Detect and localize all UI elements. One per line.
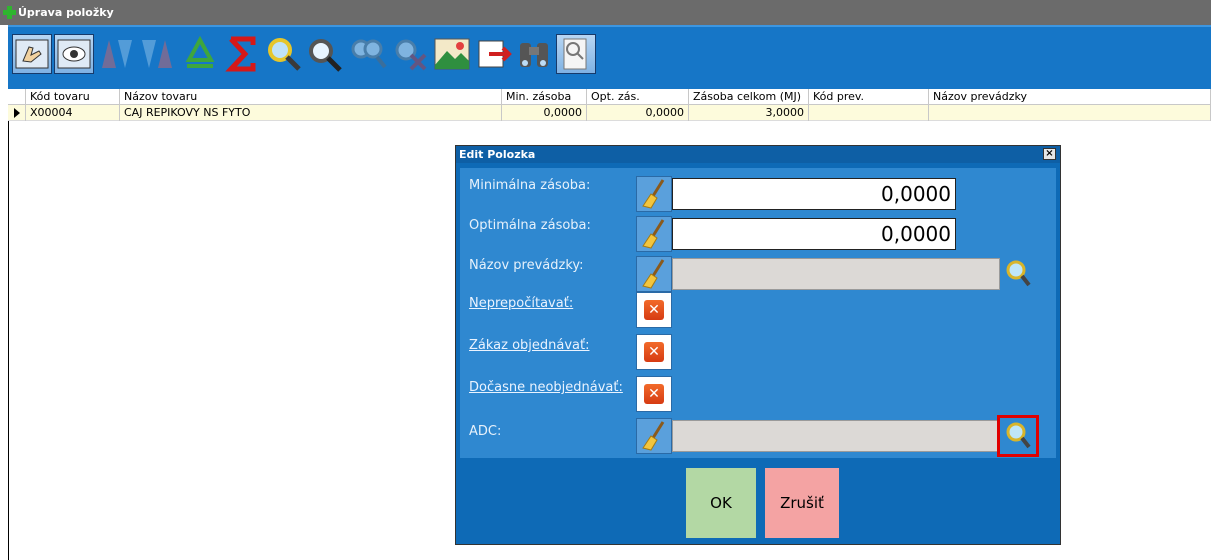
edit-dialog: Edit Polozka × Minimálna zásoba: 0,0000 …	[455, 145, 1061, 545]
row-indicator-header	[8, 89, 26, 105]
cell-kod: X00004	[26, 105, 120, 121]
cell-min: 0,0000	[502, 105, 587, 121]
column-header-kod[interactable]: Kód tovaru	[26, 89, 120, 105]
column-header-min[interactable]: Min. zásoba	[502, 89, 587, 105]
ok-button[interactable]: OK	[686, 468, 756, 538]
table-row[interactable]: X00004 CAJ REPIKOVY NS FYTO 0,0000 0,000…	[8, 105, 1211, 121]
search-icon[interactable]	[264, 34, 304, 74]
zakaz-objednavat-checkbox[interactable]: ✕	[636, 334, 672, 370]
broom-icon[interactable]	[636, 216, 672, 252]
prevadzka-label: Názov prevádzky:	[469, 258, 584, 273]
neprepocitavat-label[interactable]: Neprepočítavať:	[469, 296, 573, 311]
sort-asc-icon[interactable]	[98, 34, 138, 74]
search-zoom-icon[interactable]	[304, 34, 344, 74]
opt-stock-label: Optimálna zásoba:	[469, 218, 591, 233]
edit-hand-icon[interactable]	[12, 34, 52, 74]
left-border	[8, 89, 9, 560]
column-header-opt[interactable]: Opt. zás.	[587, 89, 689, 105]
cell-nazov-prev	[929, 105, 1211, 121]
column-header-nazov-prev[interactable]: Názov prevádzky	[929, 89, 1211, 105]
window-title: Úprava položky	[18, 6, 114, 19]
min-stock-field[interactable]: 0,0000	[672, 178, 956, 210]
opt-stock-field[interactable]: 0,0000	[672, 218, 956, 250]
grid-header: Kód tovaru Názov tovaru Min. zásoba Opt.…	[8, 89, 1211, 105]
row-indicator-icon	[8, 105, 26, 121]
unchecked-x-icon: ✕	[644, 342, 664, 362]
toolbar	[8, 25, 1211, 89]
broom-icon[interactable]	[636, 256, 672, 292]
cancel-button[interactable]: Zrušiť	[765, 468, 839, 538]
adc-search-icon[interactable]	[997, 415, 1039, 457]
cell-zasoba: 3,0000	[689, 105, 809, 121]
search-icon[interactable]	[1000, 256, 1036, 292]
export-icon[interactable]	[474, 34, 514, 74]
add-icon	[3, 6, 16, 19]
broom-icon[interactable]	[636, 176, 672, 212]
app-window: Úprava položky Kód tovaru Názov tovaru M…	[0, 0, 1211, 560]
view-eye-icon[interactable]	[54, 34, 94, 74]
cancel-search-icon[interactable]	[390, 34, 430, 74]
docasne-neobjednavat-label[interactable]: Dočasne neobjednávať:	[469, 380, 623, 395]
prevadzka-field[interactable]	[672, 258, 1000, 290]
items-grid: Kód tovaru Názov tovaru Min. zásoba Opt.…	[8, 89, 1211, 121]
close-icon[interactable]: ×	[1043, 148, 1056, 160]
dialog-footer: OK Zrušiť	[460, 464, 1056, 544]
column-header-nazov[interactable]: Názov tovaru	[120, 89, 502, 105]
recycle-icon[interactable]	[180, 34, 220, 74]
adc-label: ADC:	[469, 424, 502, 439]
min-stock-label: Minimálna zásoba:	[469, 178, 591, 193]
column-header-kod-prev[interactable]: Kód prev.	[809, 89, 929, 105]
dialog-title: Edit Polozka	[459, 148, 536, 161]
title-bar: Úprava položky	[0, 0, 1211, 25]
image-icon[interactable]	[432, 34, 472, 74]
dialog-title-bar: Edit Polozka ×	[456, 146, 1060, 163]
unchecked-x-icon: ✕	[644, 300, 664, 320]
cell-opt: 0,0000	[587, 105, 689, 121]
cell-kod-prev	[809, 105, 929, 121]
multi-search-icon[interactable]	[348, 34, 388, 74]
docasne-neobjednavat-checkbox[interactable]: ✕	[636, 376, 672, 412]
sort-desc-icon[interactable]	[138, 34, 178, 74]
adc-field[interactable]	[672, 420, 1000, 452]
unchecked-x-icon: ✕	[644, 384, 664, 404]
document-search-icon[interactable]	[556, 34, 596, 74]
dialog-body: Minimálna zásoba: 0,0000 Optimálna zásob…	[460, 168, 1056, 458]
zakaz-objednavat-label[interactable]: Zákaz objednávať:	[469, 338, 590, 353]
neprepocitavat-checkbox[interactable]: ✕	[636, 292, 672, 328]
column-header-zasoba[interactable]: Zásoba celkom (MJ)	[689, 89, 809, 105]
broom-icon[interactable]	[636, 418, 672, 454]
sum-icon[interactable]	[222, 34, 262, 74]
cell-nazov: CAJ REPIKOVY NS FYTO	[120, 105, 502, 121]
binoculars-icon[interactable]	[514, 34, 554, 74]
